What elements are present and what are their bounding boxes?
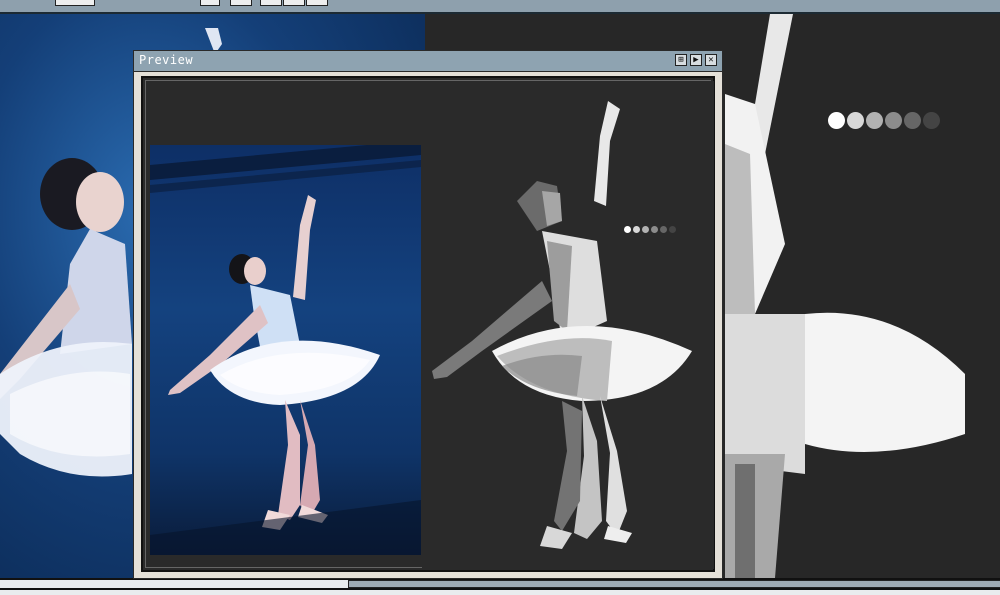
close-icon[interactable]: ✕ [705, 54, 717, 66]
play-icon[interactable]: ▶ [690, 54, 702, 66]
toolbar-button[interactable] [200, 0, 220, 6]
palette-swatches [624, 226, 676, 233]
bottom-divider [0, 588, 1000, 590]
swatch [669, 226, 676, 233]
toolbar-button[interactable] [230, 0, 252, 6]
swatch [923, 112, 940, 129]
rendered-preview [422, 81, 714, 569]
toolbar-button[interactable] [55, 0, 95, 6]
swatch [828, 112, 845, 129]
swatch [651, 226, 658, 233]
top-toolbar [0, 0, 1000, 14]
preview-canvas[interactable] [145, 80, 714, 569]
preview-window[interactable]: Preview ⊞ ▶ ✕ [133, 50, 723, 579]
ballerina-photo-image [150, 145, 421, 555]
swatch [885, 112, 902, 129]
swatch [847, 112, 864, 129]
window-title: Preview [139, 53, 194, 67]
swatch [633, 226, 640, 233]
toolbar-button[interactable] [283, 0, 305, 6]
toolbar-button[interactable] [260, 0, 282, 6]
swatch [660, 226, 667, 233]
expand-icon[interactable]: ⊞ [675, 54, 687, 66]
toolbar-button[interactable] [306, 0, 328, 6]
original-photo [150, 145, 421, 555]
window-titlebar[interactable]: Preview ⊞ ▶ ✕ [134, 51, 722, 72]
preview-frame [141, 76, 715, 572]
swatch [904, 112, 921, 129]
ballerina-render-image [432, 101, 692, 549]
swatch [624, 226, 631, 233]
swatch [866, 112, 883, 129]
swatch [642, 226, 649, 233]
palette-swatches-large [828, 112, 940, 129]
horizontal-scroll-thumb[interactable] [348, 580, 1000, 588]
